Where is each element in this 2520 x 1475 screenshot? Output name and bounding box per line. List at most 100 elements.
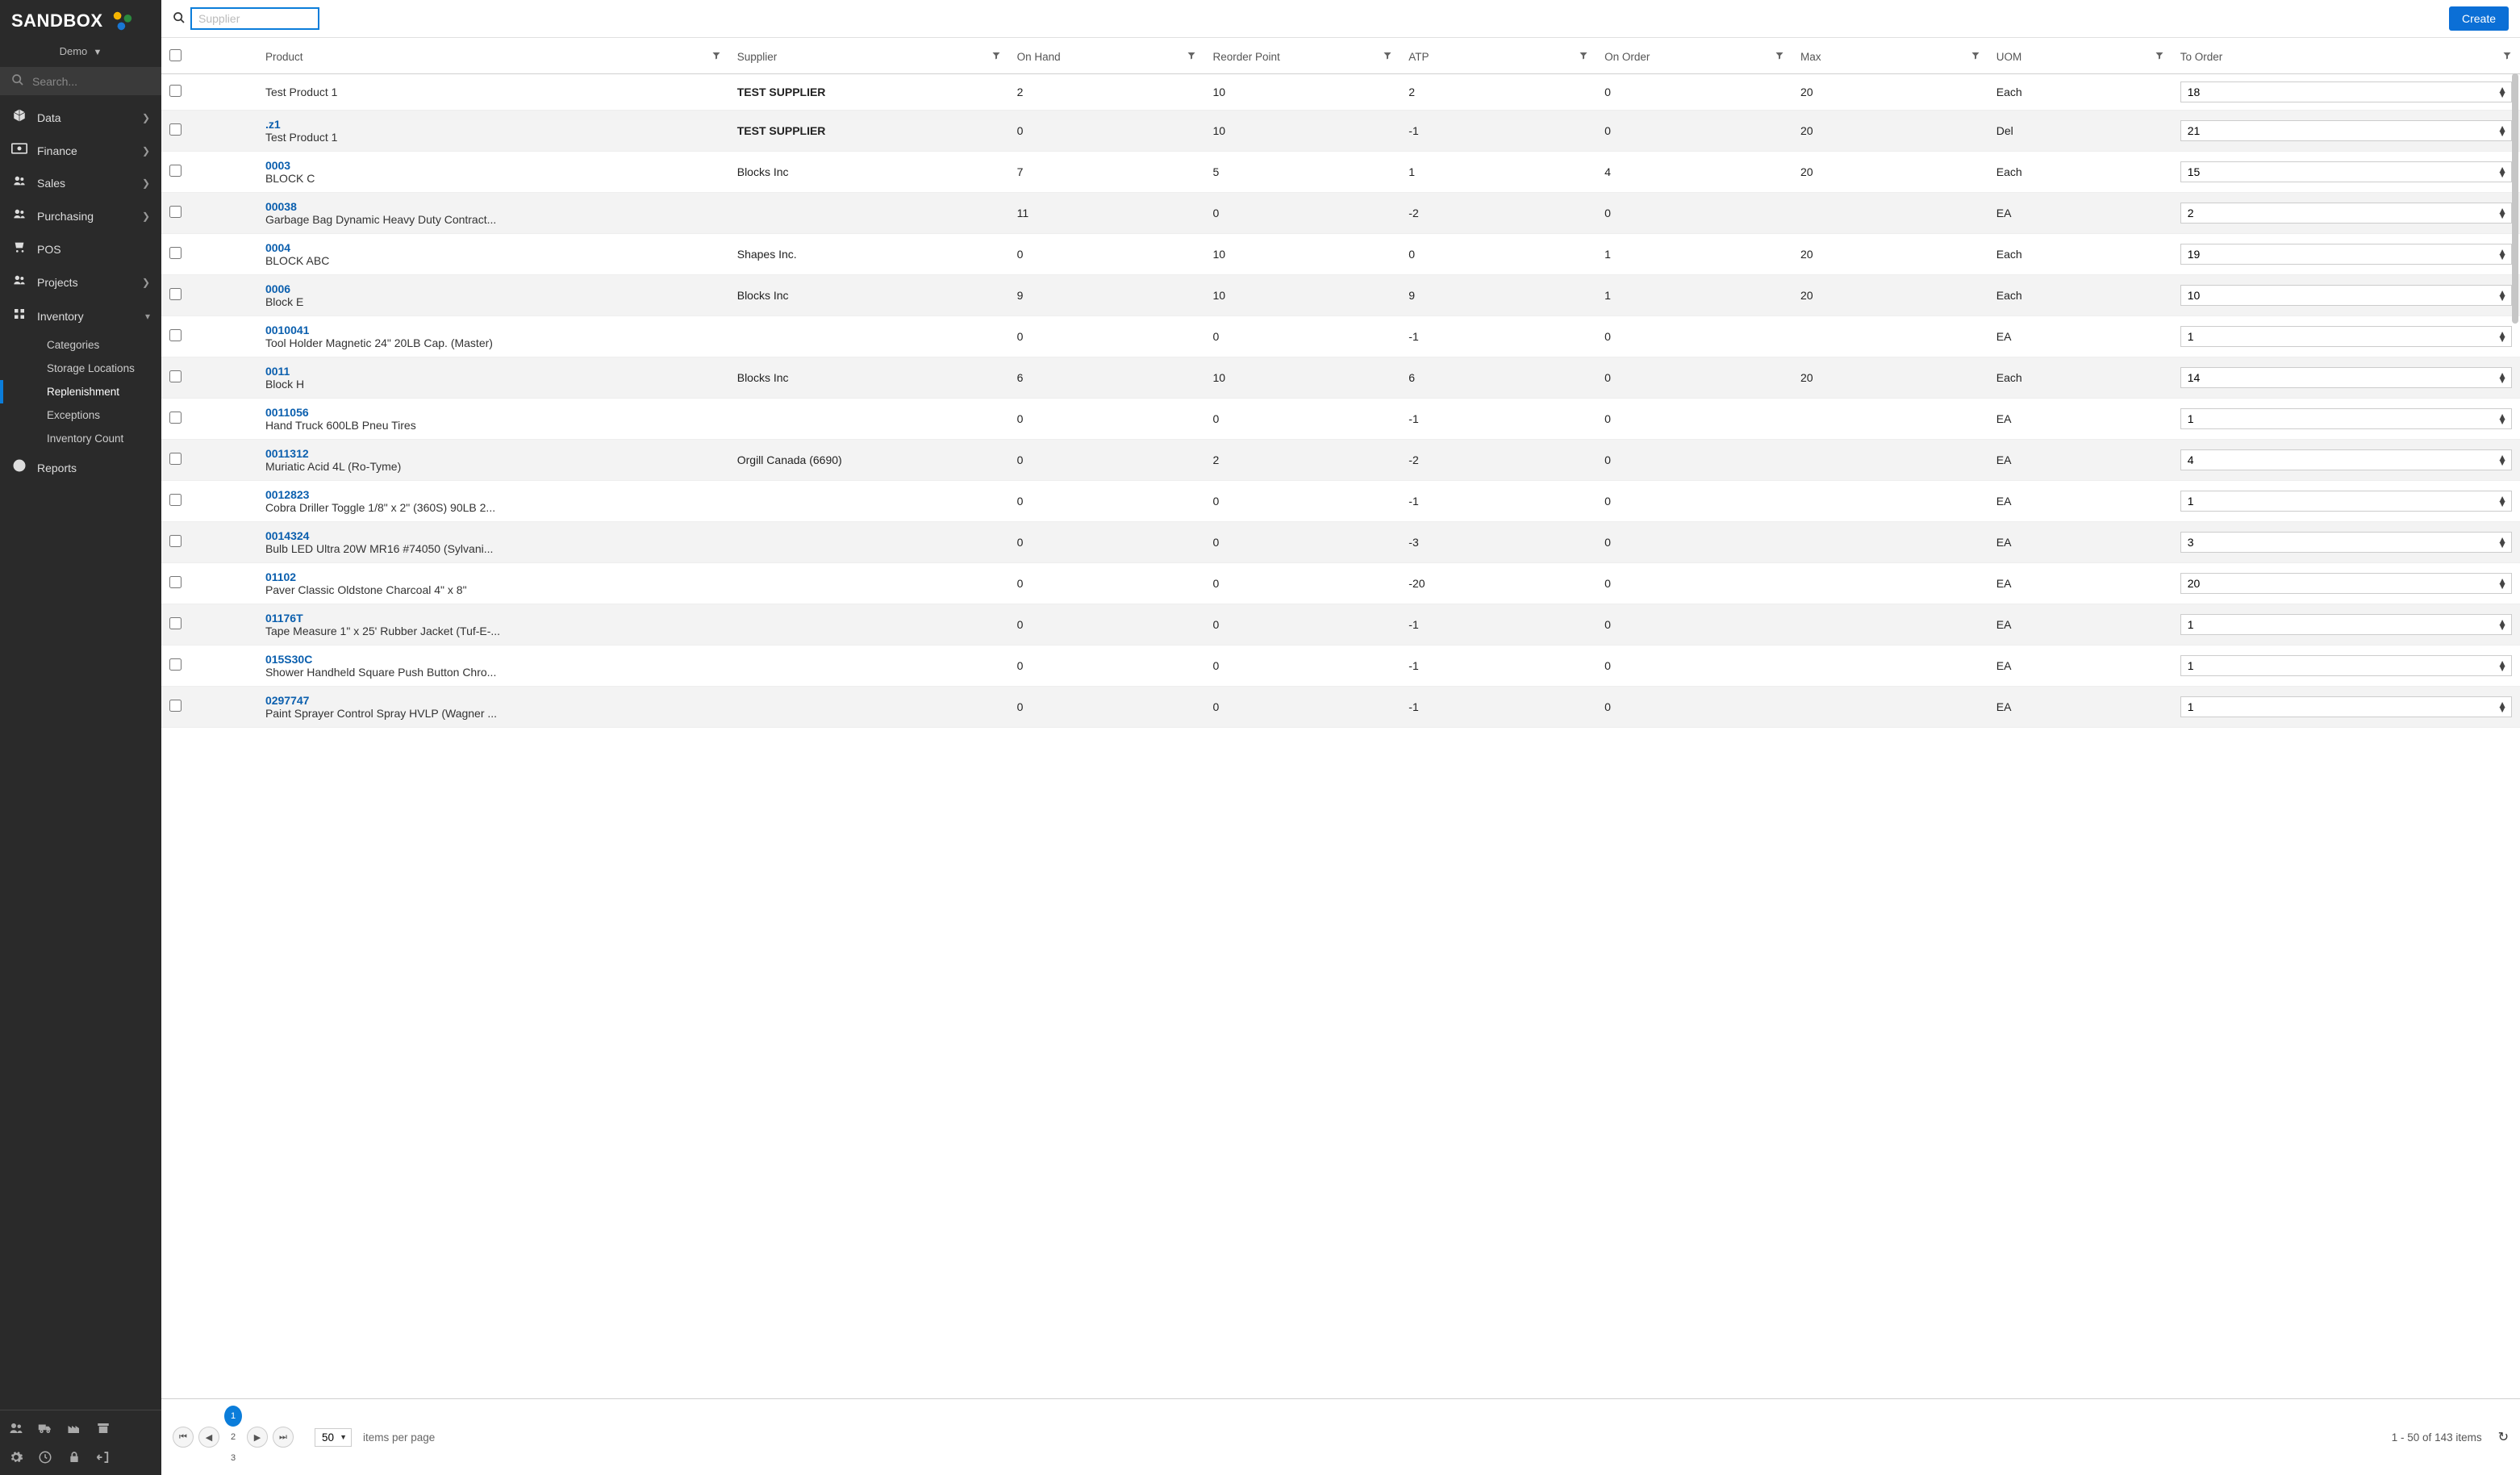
row-checkbox[interactable] xyxy=(169,85,181,97)
column-header[interactable]: On Order xyxy=(1596,38,1792,74)
supplier-search-input[interactable] xyxy=(190,7,319,30)
filter-icon[interactable] xyxy=(1971,51,1980,63)
to-order-input[interactable] xyxy=(2180,696,2512,717)
to-order-input[interactable] xyxy=(2180,81,2512,102)
to-order-input[interactable] xyxy=(2180,244,2512,265)
row-checkbox[interactable] xyxy=(169,329,181,341)
sku-link[interactable]: 0003 xyxy=(265,159,721,172)
archive-icon[interactable] xyxy=(94,1419,113,1438)
row-checkbox[interactable] xyxy=(169,412,181,424)
to-order-input[interactable] xyxy=(2180,120,2512,141)
page-prev-button[interactable]: ◀ xyxy=(198,1427,219,1448)
row-checkbox[interactable] xyxy=(169,535,181,547)
lock-icon[interactable] xyxy=(65,1448,84,1467)
sidebar-item-sales[interactable]: Sales❯ xyxy=(0,166,161,199)
sidebar-item-projects[interactable]: Projects❯ xyxy=(0,265,161,299)
factory-icon[interactable] xyxy=(65,1419,84,1438)
to-order-input[interactable] xyxy=(2180,655,2512,676)
logo[interactable]: SANDBOX xyxy=(0,0,161,40)
row-checkbox[interactable] xyxy=(169,370,181,382)
row-checkbox[interactable] xyxy=(169,288,181,300)
column-header[interactable]: Max xyxy=(1792,38,1988,74)
sidebar-item-pos[interactable]: POS xyxy=(0,232,161,265)
page-number-button[interactable]: 2 xyxy=(224,1427,242,1448)
row-checkbox[interactable] xyxy=(169,617,181,629)
sku-link[interactable]: 015S30C xyxy=(265,653,721,666)
sku-link[interactable]: 0012823 xyxy=(265,488,721,501)
sku-link[interactable]: 0011312 xyxy=(265,447,721,460)
to-order-input[interactable] xyxy=(2180,161,2512,182)
sku-link[interactable]: 0011056 xyxy=(265,406,721,419)
sku-link[interactable]: 0297747 xyxy=(265,694,721,707)
sidebar-subitem-exceptions[interactable]: Exceptions xyxy=(35,403,161,427)
row-checkbox[interactable] xyxy=(169,247,181,259)
column-header[interactable]: Reorder Point xyxy=(1204,38,1400,74)
sku-link[interactable]: 0014324 xyxy=(265,529,721,542)
row-checkbox[interactable] xyxy=(169,576,181,588)
page-first-button[interactable]: ⏮ xyxy=(173,1427,194,1448)
to-order-input[interactable] xyxy=(2180,491,2512,512)
scrollbar[interactable] xyxy=(2512,73,2518,324)
sku-link[interactable]: 0004 xyxy=(265,241,721,254)
to-order-input[interactable] xyxy=(2180,408,2512,429)
row-checkbox[interactable] xyxy=(169,453,181,465)
sku-link[interactable]: 01102 xyxy=(265,570,721,583)
column-header[interactable]: On Hand xyxy=(1009,38,1205,74)
sidebar-item-inventory[interactable]: Inventory▾ xyxy=(0,299,161,333)
filter-icon[interactable] xyxy=(1187,51,1196,63)
row-checkbox[interactable] xyxy=(169,123,181,136)
column-header[interactable]: UOM xyxy=(1988,38,2172,74)
to-order-input[interactable] xyxy=(2180,367,2512,388)
filter-icon[interactable] xyxy=(711,51,721,63)
column-header[interactable]: ATP xyxy=(1400,38,1596,74)
row-checkbox[interactable] xyxy=(169,206,181,218)
sidebar-subitem-categories[interactable]: Categories xyxy=(35,333,161,357)
org-selector[interactable]: Demo ▼ xyxy=(0,40,161,67)
sidebar-item-data[interactable]: Data❯ xyxy=(0,100,161,135)
to-order-input[interactable] xyxy=(2180,532,2512,553)
row-checkbox[interactable] xyxy=(169,700,181,712)
create-button[interactable]: Create xyxy=(2449,6,2509,31)
refresh-icon[interactable]: ↻ xyxy=(2498,1429,2509,1445)
page-last-button[interactable]: ⏭ xyxy=(273,1427,294,1448)
filter-icon[interactable] xyxy=(991,51,1001,63)
filter-icon[interactable] xyxy=(2155,51,2164,63)
column-header[interactable]: Supplier xyxy=(729,38,1009,74)
sidebar-item-purchasing[interactable]: Purchasing❯ xyxy=(0,199,161,232)
row-checkbox[interactable] xyxy=(169,658,181,671)
clock-icon[interactable] xyxy=(35,1448,55,1467)
page-size-select[interactable]: 50 xyxy=(315,1428,352,1447)
filter-icon[interactable] xyxy=(1579,51,1588,63)
sku-link[interactable]: 0011 xyxy=(265,365,721,378)
filter-icon[interactable] xyxy=(2502,51,2512,63)
gear-icon[interactable] xyxy=(6,1448,26,1467)
to-order-input[interactable] xyxy=(2180,573,2512,594)
sku-link[interactable]: 0010041 xyxy=(265,324,721,336)
filter-icon[interactable] xyxy=(1775,51,1784,63)
page-next-button[interactable]: ▶ xyxy=(247,1427,268,1448)
sidebar-subitem-storage-locations[interactable]: Storage Locations xyxy=(35,357,161,380)
to-order-input[interactable] xyxy=(2180,326,2512,347)
row-checkbox[interactable] xyxy=(169,494,181,506)
sidebar-subitem-inventory-count[interactable]: Inventory Count xyxy=(35,427,161,450)
logout-icon[interactable] xyxy=(94,1448,113,1467)
to-order-input[interactable] xyxy=(2180,449,2512,470)
sku-link[interactable]: .z1 xyxy=(265,118,721,131)
column-header[interactable]: To Order xyxy=(2172,38,2520,74)
to-order-input[interactable] xyxy=(2180,285,2512,306)
filter-icon[interactable] xyxy=(1383,51,1392,63)
to-order-input[interactable] xyxy=(2180,614,2512,635)
sku-link[interactable]: 01176T xyxy=(265,612,721,625)
sku-link[interactable]: 0006 xyxy=(265,282,721,295)
users-icon[interactable] xyxy=(6,1419,26,1438)
page-number-button[interactable]: 1 xyxy=(224,1406,242,1427)
sidebar-subitem-replenishment[interactable]: Replenishment xyxy=(35,380,161,403)
page-number-button[interactable]: 3 xyxy=(224,1448,242,1469)
row-checkbox[interactable] xyxy=(169,165,181,177)
sidebar-search-input[interactable] xyxy=(32,75,178,88)
column-header[interactable]: Product xyxy=(257,38,729,74)
sku-link[interactable]: 00038 xyxy=(265,200,721,213)
sidebar-item-reports[interactable]: Reports xyxy=(0,450,161,485)
truck-icon[interactable] xyxy=(35,1419,55,1438)
select-all-checkbox[interactable] xyxy=(169,49,181,61)
